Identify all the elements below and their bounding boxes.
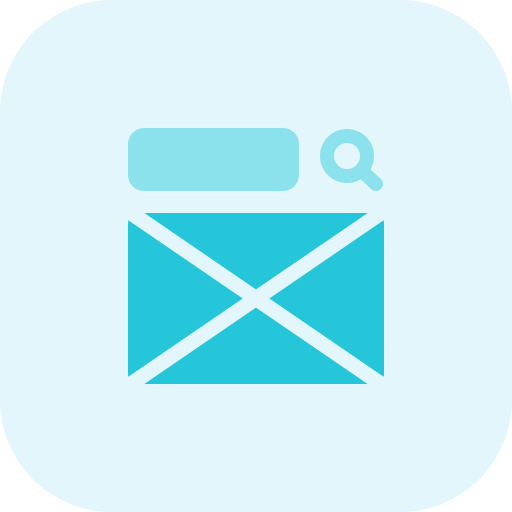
icon-canvas bbox=[0, 0, 512, 512]
magnifier-handle bbox=[355, 164, 383, 191]
icon-artwork bbox=[107, 129, 405, 404]
magnifier-icon bbox=[320, 129, 383, 191]
envelope-icon bbox=[107, 193, 405, 404]
